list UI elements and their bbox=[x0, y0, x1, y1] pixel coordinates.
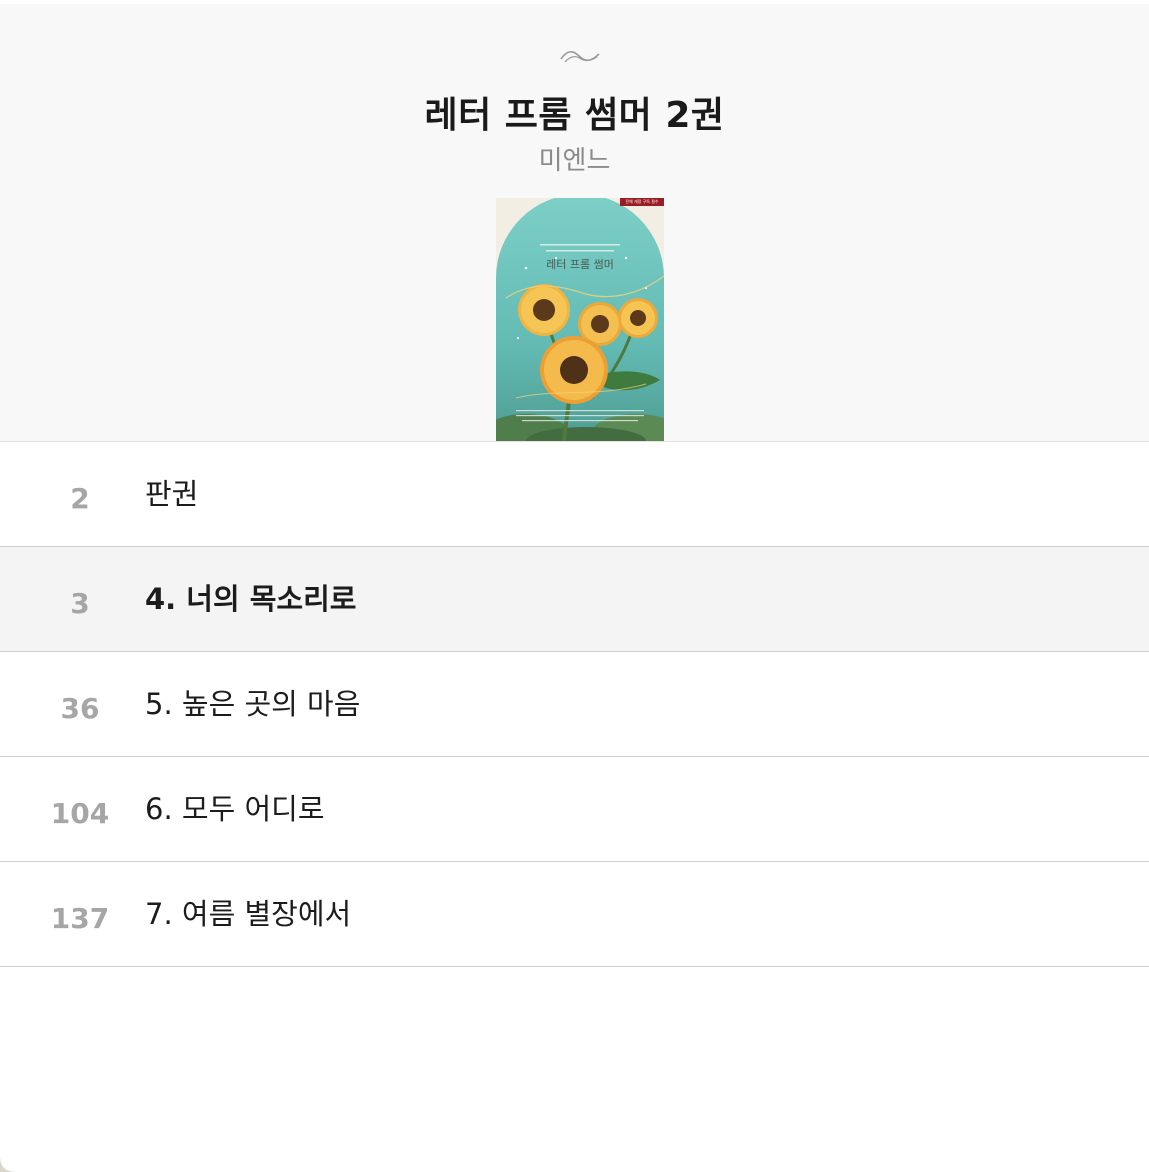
chapter-row[interactable]: 137 7. 여름 별장에서 bbox=[0, 862, 1149, 967]
chapter-title: 7. 여름 별장에서 bbox=[145, 897, 352, 931]
chapter-page-number: 3 bbox=[70, 587, 90, 620]
chapter-page-number: 104 bbox=[50, 797, 110, 830]
book-cover-image[interactable]: 레터 프롬 썸머 전체 개정 구독 필수 bbox=[496, 198, 664, 441]
table-of-contents-panel: 레터 프롬 썸머 2권 미엔느 레터 프롬 썸머 전체 개정 구독 필수 2 판… bbox=[0, 0, 1149, 1172]
cover-badge-text: 전체 개정 구독 필수 bbox=[625, 199, 659, 204]
chapter-list: 2 판권 3 4. 너의 목소리로 36 5. 높은 곳의 마음 104 6. … bbox=[0, 442, 1149, 967]
book-title: 레터 프롬 썸머 2권 bbox=[424, 95, 725, 136]
chapter-title: 판권 bbox=[145, 477, 199, 511]
chapter-title: 4. 너의 목소리로 bbox=[145, 582, 357, 616]
chapter-row[interactable]: 36 5. 높은 곳의 마음 bbox=[0, 652, 1149, 757]
chapter-page-number: 137 bbox=[50, 902, 110, 935]
chapter-page-number: 36 bbox=[60, 692, 100, 725]
cover-artwork bbox=[496, 198, 664, 441]
corner-shadow-decoration bbox=[0, 1156, 16, 1172]
chapter-title: 5. 높은 곳의 마음 bbox=[145, 687, 361, 721]
chapter-row-copyright[interactable]: 2 판권 bbox=[0, 442, 1149, 547]
chapter-title: 6. 모두 어디로 bbox=[145, 792, 325, 826]
book-author: 미엔느 bbox=[538, 146, 611, 176]
flourish-ornament-icon bbox=[560, 51, 600, 63]
chapter-page-number: 2 bbox=[70, 482, 90, 515]
chapter-row-current[interactable]: 3 4. 너의 목소리로 bbox=[0, 547, 1149, 652]
cover-title-text: 레터 프롬 썸머 bbox=[546, 258, 614, 271]
chapter-row[interactable]: 104 6. 모두 어디로 bbox=[0, 757, 1149, 862]
